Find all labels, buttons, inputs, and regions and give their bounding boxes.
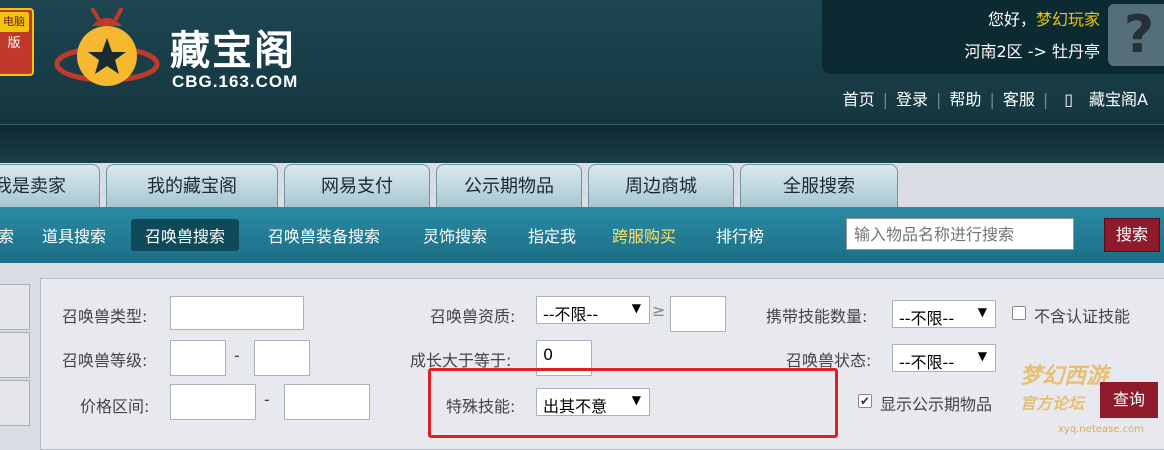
question-avatar-icon[interactable]: ? [1108, 4, 1164, 66]
mobile-phone-icon: ▯ [1064, 90, 1074, 109]
treasure-ingot-logo-icon [54, 8, 160, 86]
aptitude-value-input[interactable] [670, 296, 726, 332]
range-dash: - [234, 346, 240, 365]
nav-app-label: 藏宝阁A [1089, 90, 1148, 109]
nav-app-link[interactable]: ▯ 藏宝阁A [1048, 90, 1164, 109]
subnav-cross-server[interactable]: 跨服购买 [612, 223, 676, 247]
dropdown-arrow-icon: ▼ [631, 301, 641, 315]
side-tab[interactable] [0, 380, 30, 426]
subnav-role-search[interactable]: 索 [0, 223, 14, 247]
skill-count-label: 携带技能数量: [766, 307, 868, 326]
subnav-item-search[interactable]: 道具搜索 [42, 223, 106, 247]
highlight-box [428, 368, 838, 438]
aptitude-select[interactable]: --不限-- ▼ [536, 296, 650, 324]
tab-seller[interactable]: 我是卖家 [0, 164, 100, 207]
nav-service-link[interactable]: 客服 [995, 90, 1043, 109]
exclude-cert-checkbox[interactable] [1012, 306, 1026, 320]
user-greeting: 您好，梦幻玩家 [988, 6, 1100, 30]
nav-login-link[interactable]: 登录 [888, 90, 936, 109]
exclude-cert-label: 不含认证技能 [1034, 307, 1131, 326]
left-side-panel [0, 284, 30, 442]
pet-status-label: 召唤兽状态: [786, 351, 872, 370]
client-version-badge: 电脑 版 [0, 8, 34, 76]
dropdown-arrow-icon: ▼ [977, 305, 987, 319]
pet-level-max-input[interactable] [254, 340, 310, 376]
search-input[interactable] [846, 218, 1074, 250]
side-tab[interactable] [0, 284, 30, 330]
aptitude-label: 召唤兽资质: [430, 307, 516, 326]
greeting-text: 您好， [987, 10, 1036, 29]
site-header: 电脑 版 藏宝阁 CBG.163.COM 您好，梦幻玩家 河南2区 -> 牡丹亭… [0, 0, 1164, 124]
show-public-checkbox[interactable]: ✔ [858, 394, 872, 408]
pet-type-label: 召唤兽类型: [62, 307, 148, 326]
tab-netease-pay[interactable]: 网易支付 [284, 164, 430, 207]
subnav-ranking[interactable]: 排行榜 [716, 223, 764, 247]
skill-count-select[interactable]: --不限-- ▼ [892, 300, 996, 328]
badge-text-bottom: 版 [7, 36, 21, 51]
user-info-box: 您好，梦幻玩家 河南2区 -> 牡丹亭 ? [822, 0, 1164, 74]
nav-help-link[interactable]: 帮助 [941, 90, 989, 109]
side-tab[interactable] [0, 332, 30, 378]
site-title[interactable]: 藏宝阁 [170, 18, 296, 76]
top-nav: 首页 | 登录 | 帮助 | 客服 | ▯ 藏宝阁A [835, 86, 1164, 110]
pet-level-label: 召唤兽等级: [62, 351, 148, 370]
watermark-text: 梦幻西游 [1020, 364, 1109, 389]
tab-merch-store[interactable]: 周边商城 [588, 164, 734, 207]
subnav-pet-search[interactable]: 召唤兽搜索 [131, 219, 240, 251]
show-public-label: 显示公示期物品 [880, 395, 993, 414]
site-url: CBG.163.COM [172, 72, 299, 91]
dropdown-arrow-icon: ▼ [977, 349, 987, 363]
main-tabs: 我是卖家 我的藏宝阁 网易支付 公示期物品 周边商城 全服搜索 [0, 164, 1164, 207]
username-link[interactable]: 梦幻玩家 [1036, 10, 1100, 29]
server-info: 河南2区 -> 牡丹亭 [964, 42, 1100, 61]
gte-symbol: ≥ [652, 301, 666, 320]
watermark-url: xyq.netease.com [1058, 424, 1144, 435]
subnav-pet-equip-search[interactable]: 召唤兽装备搜索 [268, 223, 380, 247]
subnav-ornament-search[interactable]: 灵饰搜索 [423, 223, 487, 247]
header-stripe [0, 124, 1164, 163]
tab-my-cbg[interactable]: 我的藏宝阁 [106, 164, 278, 207]
aptitude-select-value: --不限-- [543, 305, 599, 324]
pet-status-select-value: --不限-- [899, 353, 955, 372]
range-dash: - [264, 390, 270, 409]
tab-global-search[interactable]: 全服搜索 [740, 164, 898, 207]
pet-status-select[interactable]: --不限-- ▼ [892, 344, 996, 372]
price-min-input[interactable] [170, 384, 256, 420]
subnav-designated[interactable]: 指定我 [528, 223, 576, 247]
price-range-label: 价格区间: [80, 397, 150, 416]
pet-type-field[interactable] [170, 296, 304, 330]
nav-home-link[interactable]: 首页 [835, 90, 883, 109]
badge-text-top: 电脑 [0, 12, 29, 32]
query-button[interactable]: 查询 [1100, 382, 1158, 418]
tab-public-items[interactable]: 公示期物品 [436, 164, 582, 207]
price-max-input[interactable] [284, 384, 370, 420]
watermark-subtext: 官方论坛 [1020, 394, 1085, 413]
search-button[interactable]: 搜索 [1104, 218, 1160, 252]
skill-count-select-value: --不限-- [899, 309, 955, 328]
watermark-logo: 梦幻西游 官方论坛 [1020, 358, 1108, 415]
pet-level-min-input[interactable] [170, 340, 226, 376]
